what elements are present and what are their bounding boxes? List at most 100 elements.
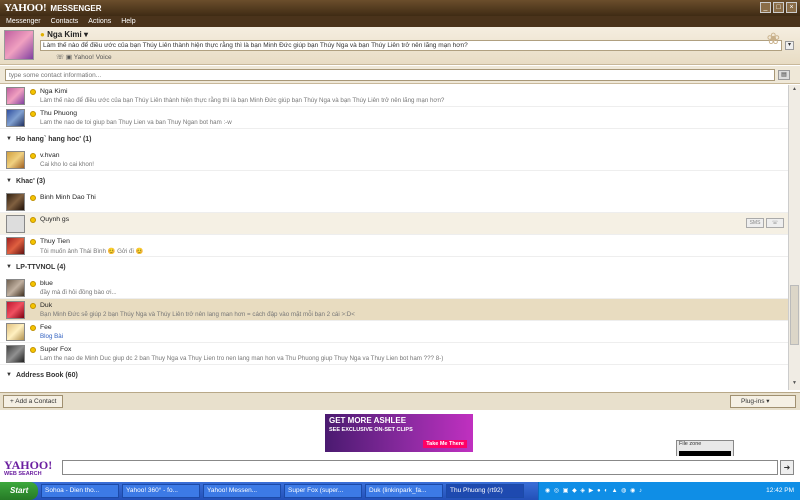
title-bar: YAHOO! MESSENGER _ □ ×: [0, 0, 800, 16]
scroll-up-icon[interactable]: ▲: [790, 86, 799, 95]
group-khac[interactable]: ▼ Khac' (3): [0, 171, 788, 191]
sms-button[interactable]: SMS: [746, 218, 764, 228]
my-avatar[interactable]: [4, 30, 34, 60]
search-bar: ▤: [0, 66, 800, 84]
contact-name: Super Fox: [40, 346, 72, 353]
contact-name: Thuy Tien: [40, 238, 70, 245]
task-yahoo-360[interactable]: Yahoo! 360° - fo...: [122, 484, 200, 498]
ad-banner[interactable]: GET MORE ASHLEE SEE EXCLUSIVE ON-SET CLI…: [325, 414, 473, 452]
contact-status: Lam the nao de Minh Duc giup dc 2 ban Th…: [40, 355, 444, 362]
contact-v-hvan[interactable]: v.hvan Cai kho lo cai khon!: [0, 149, 788, 171]
yahoo-voice-link[interactable]: ☏ ▣ Yahoo! Voice: [56, 53, 112, 61]
group-lp-ttvnol[interactable]: ▼ LP-TTVNOL (4): [0, 257, 788, 277]
task-thu-phuong[interactable]: Thu Phuong (rt92): [446, 484, 524, 498]
file-zone-label: File zone: [679, 441, 702, 447]
scroll-down-icon[interactable]: ▼: [790, 380, 799, 389]
menu-contacts[interactable]: Contacts: [51, 18, 79, 25]
menu-actions[interactable]: Actions: [88, 18, 111, 25]
contact-status: Lam the nao de toi giup ban Thuy Lien va…: [40, 119, 232, 126]
profile-header: ● Nga Kimi ▾ Làm thế nào để điều ước của…: [0, 27, 800, 65]
start-button[interactable]: Start: [0, 482, 38, 500]
contact-nga-kimi[interactable]: Nga Kimi Làm thế nào để điều ước của bạn…: [0, 85, 788, 107]
contact-avatar: [6, 193, 25, 211]
ad-headline: GET MORE ASHLEE: [329, 416, 407, 425]
group-ho-hang[interactable]: ▼ Ho hang` hang hoc' (1): [0, 129, 788, 149]
contact-avatar: [6, 151, 25, 169]
contact-status: Cai kho lo cai khon!: [40, 161, 94, 168]
contact-name: Nga Kimi: [40, 88, 68, 95]
contact-name: Quynh gs: [40, 216, 70, 223]
menu-help[interactable]: Help: [121, 18, 135, 25]
status-message-field[interactable]: Làm thế nào để điều ước của bạn Thúy Liê…: [40, 40, 782, 51]
online-status-icon: [30, 347, 36, 353]
contact-avatar: [6, 109, 25, 127]
task-duk[interactable]: Duk (linkinpark_fa...: [365, 484, 443, 498]
ad-cta-button[interactable]: Take Me There: [423, 440, 467, 448]
contact-duk[interactable]: Duk Bạn Minh Đức sẽ giúp 2 bạn Thúy Nga …: [0, 299, 788, 321]
search-go-arrow-icon[interactable]: ➜: [780, 460, 794, 475]
online-status-icon: [30, 89, 36, 95]
close-button[interactable]: ×: [786, 2, 797, 13]
contact-avatar: [6, 301, 25, 319]
contact-status-link[interactable]: Blog Bài: [40, 333, 63, 340]
maximize-button[interactable]: □: [773, 2, 784, 13]
online-status-icon: [30, 281, 36, 287]
contact-name: blue: [40, 280, 53, 287]
scroll-thumb[interactable]: [790, 285, 799, 345]
plugins-button[interactable]: Plug-ins ▾: [730, 395, 796, 408]
online-status-icon: [30, 239, 36, 245]
contact-avatar: [6, 237, 25, 255]
web-search-bar: YAHOO! WEB SEARCH ➜: [0, 456, 800, 481]
collapse-triangle-icon: ▼: [6, 264, 12, 270]
clock: 12:42 PM: [766, 487, 794, 494]
contact-status: Bạn Minh Đức sẽ giúp 2 bạn Thúy Nga và T…: [40, 311, 355, 318]
contact-status: Làm thế nào để điều ước của bạn Thúy Liê…: [40, 97, 445, 104]
status-dropdown-icon[interactable]: ▾: [785, 41, 794, 50]
online-status-icon: [30, 303, 36, 309]
task-yahoo-messenger[interactable]: Yahoo! Messen...: [203, 484, 281, 498]
windows-taskbar: Start Sohoa - Dien tho... Yahoo! 360° - …: [0, 482, 800, 500]
window-controls: _ □ ×: [760, 2, 797, 13]
system-tray: ◉ ◎ ▣ ◆ ◈ ▶ ● ◐ ▲ ◍ ◉ ♪ 12:42 PM: [538, 482, 800, 500]
contact-binh-minh[interactable]: Binh Minh Dao Thi: [0, 191, 788, 213]
online-status-icon: [30, 325, 36, 331]
contact-quynh-gs[interactable]: Quynh gs SMS ☏: [0, 213, 788, 235]
contact-avatar: [6, 87, 25, 105]
menu-messenger[interactable]: Messenger: [6, 18, 41, 25]
menu-bar: Messenger Contacts Actions Help: [0, 16, 800, 27]
tray-icons[interactable]: ◉ ◎ ▣ ◆ ◈ ▶ ● ◐ ▲ ◍ ◉ ♪: [545, 487, 643, 494]
contact-avatar: [6, 345, 25, 363]
app-title: MESSENGER: [50, 3, 102, 13]
web-search-label: WEB SEARCH: [4, 471, 42, 477]
contact-fee[interactable]: Fee Blog Bài: [0, 321, 788, 343]
call-icon[interactable]: ☏: [766, 218, 784, 228]
contact-thuy-tien[interactable]: Thuy Tien Tôi muốn ảnh Thái Bình 😊 Gởi đ…: [0, 235, 788, 257]
contact-blue[interactable]: blue đầy mà đi hỏi đồng bào ơi...: [0, 277, 788, 299]
contact-thu-phuong[interactable]: Thu Phuong Lam the nao de toi giup ban T…: [0, 107, 788, 129]
contact-status: Tôi muốn ảnh Thái Bình 😊 Gởi đi 😊: [40, 248, 144, 255]
web-search-input[interactable]: [62, 460, 778, 475]
add-contact-button[interactable]: + Add a Contact: [3, 395, 64, 408]
minimize-button[interactable]: _: [760, 2, 771, 13]
contact-list[interactable]: Nga Kimi Làm thế nào để điều ước của bạn…: [0, 85, 788, 390]
online-status-icon: [30, 111, 36, 117]
group-address-book[interactable]: ▼ Address Book (60): [0, 365, 788, 385]
contact-list-scrollbar[interactable]: ▲ ▼: [788, 85, 800, 390]
contact-super-fox[interactable]: Super Fox Lam the nao de Minh Duc giup d…: [0, 343, 788, 365]
yahoo-logo: YAHOO!: [4, 2, 47, 14]
contact-name: Fee: [40, 324, 52, 331]
online-status-icon: [30, 195, 36, 201]
task-super-fox[interactable]: Super Fox (super...: [284, 484, 362, 498]
contact-avatar: [6, 215, 25, 233]
contact-name: Thu Phuong: [40, 110, 78, 117]
contact-search-input[interactable]: [5, 69, 775, 81]
online-status-icon: [30, 153, 36, 159]
contact-avatar: [6, 279, 25, 297]
search-options-icon[interactable]: ▤: [778, 70, 790, 80]
floral-decoration-icon: ❀: [766, 31, 780, 48]
collapse-triangle-icon: ▼: [6, 372, 12, 378]
task-sohoa[interactable]: Sohoa - Dien tho...: [41, 484, 119, 498]
my-name[interactable]: ● Nga Kimi ▾: [40, 30, 88, 39]
contact-name: Duk: [40, 302, 53, 309]
contact-actions: SMS ☏: [746, 218, 784, 228]
